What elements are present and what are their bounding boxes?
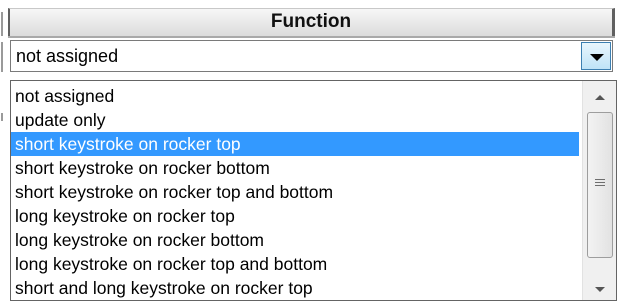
left-edge	[0, 0, 7, 306]
column-header-function[interactable]: Function	[8, 8, 615, 36]
list-item[interactable]: long keystroke on rocker bottom	[11, 228, 579, 252]
list-item[interactable]: short keystroke on rocker bottom	[11, 156, 579, 180]
list-item[interactable]: long keystroke on rocker top and bottom	[11, 252, 579, 276]
scroll-down-arrow-icon[interactable]	[595, 287, 605, 292]
list-item[interactable]: update only	[11, 108, 579, 132]
dropdown-options: not assigned update only short keystroke…	[11, 84, 579, 300]
function-select[interactable]: not assigned	[10, 40, 613, 72]
scroll-up-arrow-icon[interactable]	[595, 95, 605, 100]
header-divider	[8, 36, 615, 38]
vertical-scrollbar[interactable]	[582, 81, 616, 300]
list-item[interactable]: not assigned	[11, 84, 579, 108]
list-item-selected[interactable]: short keystroke on rocker top	[11, 132, 579, 156]
grip-icon	[595, 179, 605, 188]
chevron-down-icon	[590, 54, 604, 61]
function-column-frame: Function not assigned not assigned updat…	[0, 0, 619, 306]
function-dropdown-list[interactable]: not assigned update only short keystroke…	[10, 80, 617, 301]
scrollbar-thumb[interactable]	[587, 112, 613, 258]
list-item[interactable]: long keystroke on rocker top	[11, 204, 579, 228]
column-header-label: Function	[270, 11, 352, 32]
list-item[interactable]: short and long keystroke on rocker top	[11, 276, 579, 300]
function-select-value: not assigned	[16, 46, 119, 66]
dropdown-toggle-button[interactable]	[581, 42, 611, 70]
list-item[interactable]: short keystroke on rocker top and bottom	[11, 180, 579, 204]
